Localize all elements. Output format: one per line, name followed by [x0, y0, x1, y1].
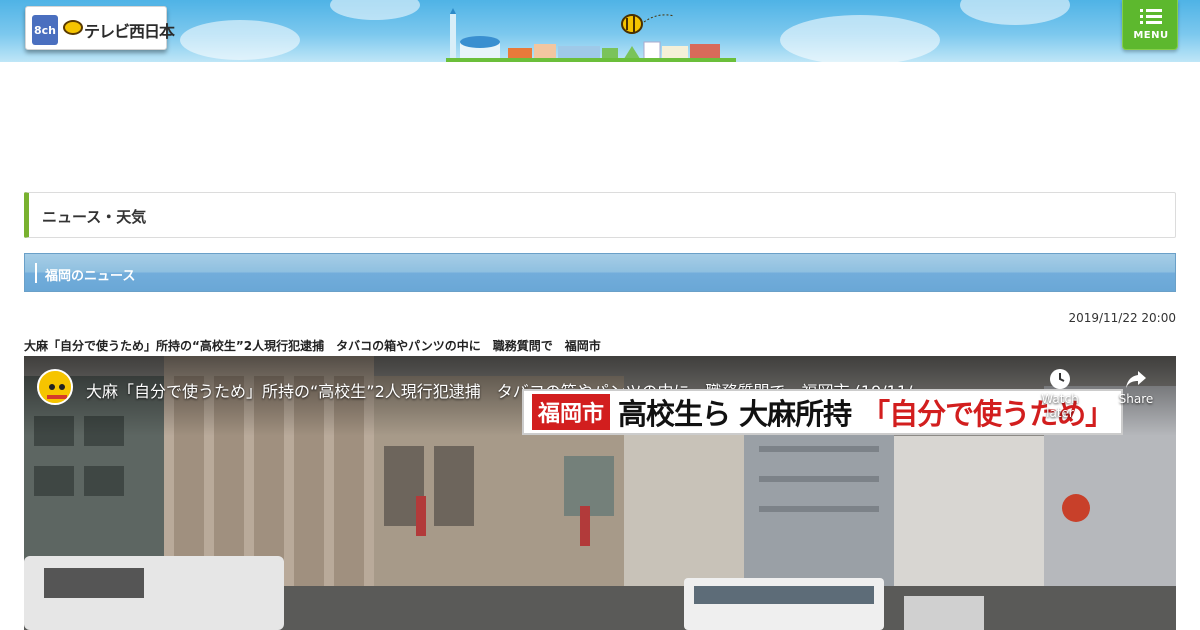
bee-mascot-icon [63, 20, 83, 35]
region-news-bar: 福岡のニュース [24, 253, 1176, 292]
list-menu-icon [1140, 9, 1162, 24]
watch-later-label: Watch later [1041, 392, 1079, 420]
article-date: 2019/11/22 20:00 [1068, 311, 1176, 325]
caption-main: 高校生ら 大麻所持 [618, 397, 852, 431]
site-logo[interactable]: 8ch テレビ西日本 [25, 6, 175, 50]
cloud-decoration [780, 15, 940, 62]
city-skyline-illustration [446, 8, 736, 62]
section-heading: ニュース・天気 [24, 192, 1176, 238]
site-header: 8ch テレビ西日本 MENU [0, 0, 1200, 62]
channel-badge: 8ch [32, 15, 58, 45]
cloud-decoration [180, 20, 300, 60]
cloud-decoration [330, 0, 420, 20]
caption-city: 福岡市 [532, 394, 611, 430]
section-title: ニュース・天気 [42, 208, 147, 226]
watch-later-button[interactable]: Watch later [1030, 368, 1090, 420]
article-headline: 大麻「自分で使うため」所持の“高校生”2人現行犯逮捕 タバコの箱やパンツの中に … [24, 339, 601, 353]
cloud-decoration [960, 0, 1070, 25]
menu-button[interactable]: MENU [1122, 0, 1178, 50]
menu-label: MENU [1133, 30, 1169, 41]
video-player[interactable]: 大麻「自分で使うため」所持の“高校生”2人現行犯逮捕 タバコの箱やパンツの中に … [24, 356, 1176, 630]
region-title: 福岡のニュース [45, 269, 136, 284]
clock-icon [1050, 369, 1070, 389]
region-marker [35, 263, 37, 283]
logo-text: テレビ西日本 [84, 22, 175, 41]
share-label: Share [1118, 392, 1154, 406]
share-button[interactable]: Share [1106, 368, 1166, 406]
share-arrow-icon [1126, 371, 1146, 388]
channel-avatar-icon[interactable] [37, 369, 73, 405]
